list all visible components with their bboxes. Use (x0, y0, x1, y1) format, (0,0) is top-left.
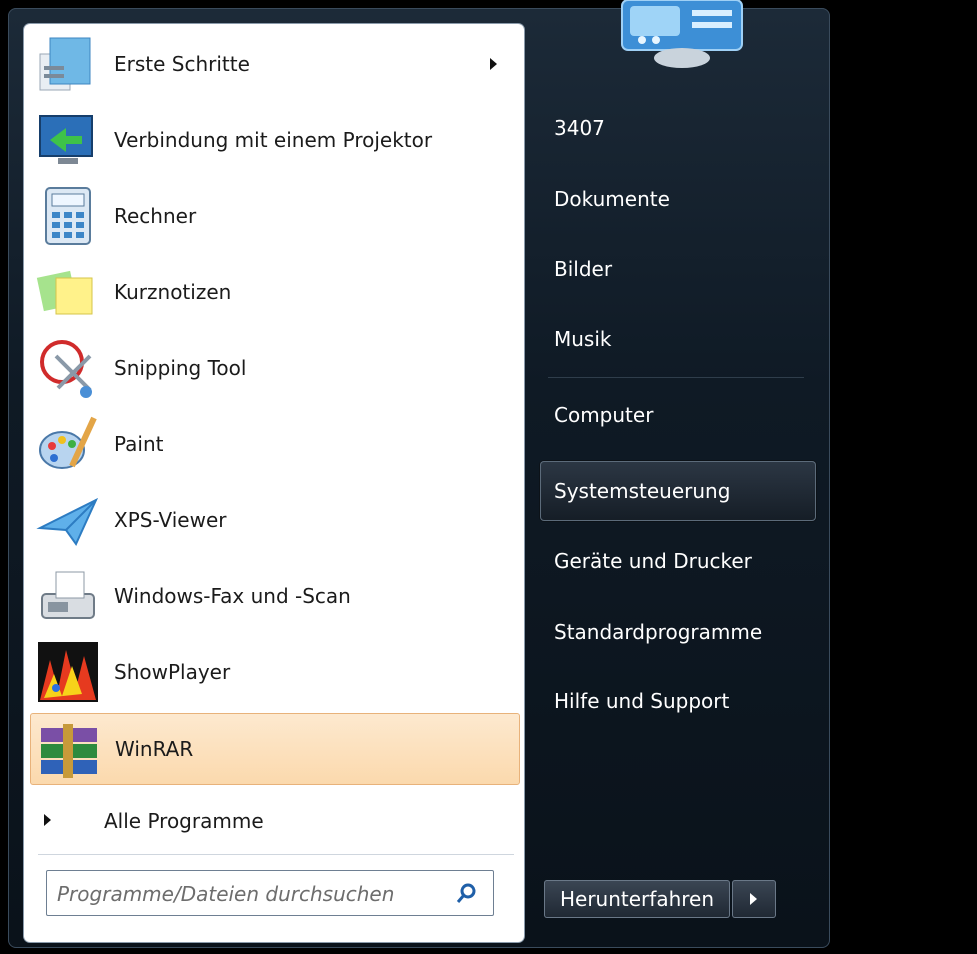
program-item-snipping-tool[interactable]: Snipping Tool (30, 332, 520, 404)
winrar-icon (41, 724, 97, 778)
program-item-rechner[interactable]: Rechner (30, 180, 520, 252)
program-label: ShowPlayer (114, 660, 231, 684)
shutdown-label: Herunterfahren (559, 887, 715, 911)
all-programs-button[interactable]: Alle Programme (30, 788, 520, 854)
program-label: WinRAR (115, 737, 194, 761)
program-item-kurznotizen[interactable]: Kurznotizen (30, 256, 520, 328)
program-item-projektor[interactable]: Verbindung mit einem Projektor (30, 104, 520, 176)
program-item-showplayer[interactable]: ShowPlayer (30, 636, 520, 708)
showplayer-icon (38, 642, 98, 702)
calculator-icon (45, 187, 91, 245)
program-label: Paint (114, 432, 164, 456)
search-box[interactable] (46, 870, 494, 916)
program-item-winrar[interactable]: WinRAR (30, 713, 520, 785)
program-label: Windows-Fax und -Scan (114, 584, 351, 608)
program-label: Verbindung mit einem Projektor (114, 128, 433, 152)
search-icon[interactable] (455, 881, 479, 905)
expand-arrow-icon (44, 814, 51, 826)
fax-icon (41, 571, 95, 619)
program-label: Erste Schritte (114, 52, 250, 76)
program-label: Kurznotizen (114, 280, 232, 304)
chevron-right-icon (750, 893, 757, 905)
submenu-arrow-icon (490, 58, 497, 70)
user-picture-icon[interactable] (620, 0, 744, 70)
right-item-systemsteuerung[interactable]: Systemsteuerung (554, 479, 730, 503)
right-item-hilfe-support[interactable]: Hilfe und Support (554, 689, 729, 713)
paper-plane-icon (36, 497, 99, 546)
projector-icon (39, 115, 93, 164)
scissors-icon (40, 340, 92, 398)
program-label: Snipping Tool (114, 356, 247, 380)
right-item-musik[interactable]: Musik (554, 327, 612, 351)
program-label: Rechner (114, 204, 197, 228)
right-item-geraete-drucker[interactable]: Geräte und Drucker (554, 549, 752, 573)
shutdown-options-button[interactable] (732, 880, 776, 918)
paint-palette-icon (39, 416, 97, 469)
right-item-bilder[interactable]: Bilder (554, 257, 612, 281)
divider (548, 377, 804, 378)
right-item-user[interactable]: 3407 (554, 116, 605, 140)
program-item-fax-scan[interactable]: Windows-Fax und -Scan (30, 560, 520, 632)
right-item-computer[interactable]: Computer (554, 403, 653, 427)
all-programs-label: Alle Programme (104, 809, 264, 833)
program-label: XPS-Viewer (114, 508, 227, 532)
program-item-paint[interactable]: Paint (30, 408, 520, 480)
shutdown-button[interactable]: Herunterfahren (544, 880, 730, 918)
program-item-xps-viewer[interactable]: XPS-Viewer (30, 484, 520, 556)
sticky-notes-icon (36, 270, 93, 315)
search-input[interactable] (55, 877, 439, 911)
right-item-dokumente[interactable]: Dokumente (554, 187, 670, 211)
right-item-standardprogramme[interactable]: Standardprogramme (554, 620, 762, 644)
getting-started-icon (39, 37, 91, 91)
program-item-erste-schritte[interactable]: Erste Schritte (30, 28, 520, 100)
divider (38, 854, 514, 855)
